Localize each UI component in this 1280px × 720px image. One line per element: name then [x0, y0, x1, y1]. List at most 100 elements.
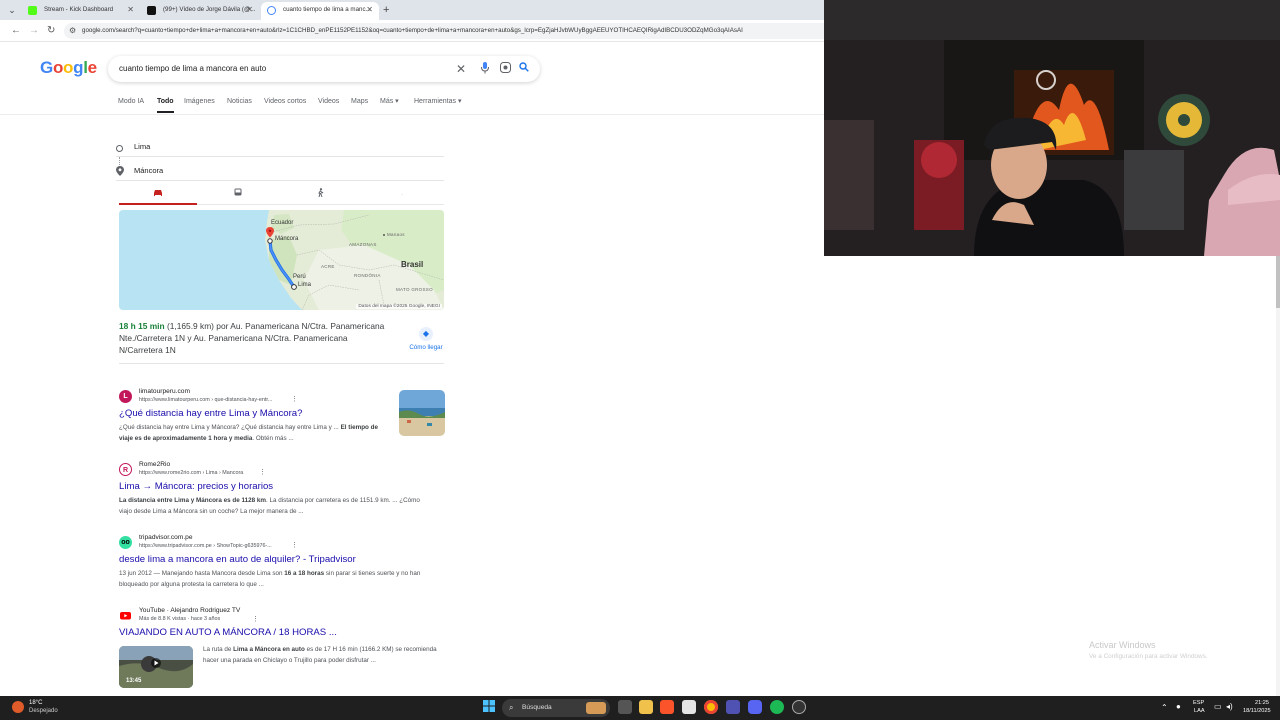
brave-browser-icon[interactable]: [660, 700, 674, 714]
logo-letter: o: [63, 58, 74, 77]
more-options-icon[interactable]: ⋮: [291, 541, 298, 549]
file-explorer-icon[interactable]: [639, 700, 653, 714]
tab-imagenes[interactable]: Imágenes: [184, 96, 215, 108]
logo-letter: G: [40, 58, 53, 77]
lens-search-icon[interactable]: [498, 62, 512, 76]
result-site[interactable]: tripadvisor.com.pe: [139, 534, 193, 541]
walk-mode-tab[interactable]: [281, 185, 359, 205]
url-field[interactable]: ⚙ google.com/search?q=cuanto+tiempo+de+l…: [64, 23, 824, 39]
site-info-icon[interactable]: ⚙: [69, 23, 76, 39]
route-map[interactable]: Ecuador Máncora AMAZONAS Manaos ACRE RON…: [119, 210, 444, 310]
chrome-icon[interactable]: [704, 700, 718, 714]
flight-mode-tab[interactable]: ·: [363, 185, 441, 205]
more-options-icon[interactable]: ⋮: [252, 615, 259, 623]
result-site[interactable]: YouTube · Alejandro Rodriguez TV: [139, 607, 240, 614]
result-title[interactable]: desde lima a mancora en auto de alquiler…: [119, 554, 356, 565]
close-tab-icon[interactable]: ✕: [246, 2, 253, 18]
result-site[interactable]: limatourperu.com: [139, 388, 190, 395]
tab-title: Stream - Kick Dashboard: [44, 6, 114, 13]
tab-modo-ia[interactable]: Modo IA: [118, 96, 144, 108]
result-title[interactable]: VIAJANDO EN AUTO A MÁNCORA / 18 HORAS ..…: [119, 627, 337, 638]
network-icon[interactable]: ▭: [1214, 702, 1222, 711]
app-icon[interactable]: [682, 700, 696, 714]
teams-icon[interactable]: [726, 700, 740, 714]
more-options-icon[interactable]: ⋮: [259, 468, 266, 476]
language-code[interactable]: ESP: [1193, 700, 1204, 706]
map-label: MATO GROSSO: [396, 287, 433, 292]
snippet-text: 13 jun 2012 — Manejando hasta Mancora de…: [119, 570, 285, 577]
url-text: google.com/search?q=cuanto+tiempo+de+lim…: [82, 27, 743, 34]
destination-field[interactable]: Máncora: [116, 165, 444, 181]
app-icon[interactable]: [792, 700, 806, 714]
back-icon[interactable]: ←: [11, 24, 21, 38]
result-site[interactable]: Rome2Rio: [139, 461, 170, 468]
result-meta: Más de 8.8 K vistas · hace 3 años: [139, 616, 221, 622]
origin-dot-icon: [116, 145, 123, 152]
tab-google-search[interactable]: cuanto tiempo de lima a manc... ✕: [261, 2, 379, 20]
mic-icon[interactable]: ●: [1176, 702, 1181, 711]
tab-videos[interactable]: Videos: [318, 96, 339, 108]
new-tab-button[interactable]: +: [383, 3, 389, 17]
google-logo[interactable]: Google: [40, 58, 97, 78]
clock-time[interactable]: 21:25: [1255, 700, 1269, 706]
close-tab-icon[interactable]: ✕: [366, 2, 373, 18]
directions-button[interactable]: ◆ Cómo llegar: [404, 323, 448, 351]
tab-video[interactable]: (99+) Vídeo de Jorge Dávila (@... ✕: [141, 2, 259, 20]
task-view-icon[interactable]: [618, 700, 632, 714]
close-tab-icon[interactable]: ✕: [127, 2, 134, 18]
tab-mas[interactable]: Más ▾: [380, 96, 399, 108]
page-scrollbar[interactable]: [1276, 256, 1280, 696]
tab-title: (99+) Vídeo de Jorge Dávila (@...: [163, 6, 256, 13]
origin-field[interactable]: Lima: [116, 141, 444, 157]
tab-herramientas[interactable]: Herramientas ▾: [414, 96, 461, 108]
map-label: Máncora: [275, 236, 299, 242]
result-url[interactable]: https://www.limatourperu.com › que-dista…: [139, 397, 272, 403]
reload-icon[interactable]: ↻: [47, 24, 55, 38]
spotify-icon[interactable]: [770, 700, 784, 714]
snippet-bold: Lima a Máncora en auto: [233, 646, 305, 653]
volume-icon[interactable]: ◂): [1226, 702, 1233, 711]
result-thumbnail[interactable]: [399, 390, 445, 436]
flight-icon: ·: [400, 189, 404, 199]
address-bar: ← → ↻ ⚙ google.com/search?q=cuanto+tiemp…: [0, 20, 824, 42]
voice-search-icon[interactable]: [478, 62, 492, 76]
bus-mode-tab[interactable]: [199, 185, 277, 205]
result-title[interactable]: ¿Qué distancia hay entre Lima y Máncora?: [119, 408, 302, 419]
scrollbar-thumb[interactable]: [1276, 256, 1280, 308]
walk-icon: [317, 188, 323, 198]
webcam-overlay: [824, 0, 1280, 256]
search-query[interactable]: cuanto tiempo de lima a mancora en auto: [119, 56, 266, 82]
tiktok-favicon-icon: [147, 6, 156, 15]
webcam-image: [824, 0, 1280, 256]
clear-search-icon[interactable]: ✕: [454, 62, 468, 76]
result-title[interactable]: Lima → Máncora: precios y horarios: [119, 481, 273, 492]
tab-noticias[interactable]: Noticias: [227, 96, 252, 108]
result-url[interactable]: https://www.tripadvisor.com.pe › ShowTop…: [139, 543, 272, 549]
tab-kick-dashboard[interactable]: Stream - Kick Dashboard ✕: [22, 2, 140, 20]
tab-todo[interactable]: Todo: [157, 96, 174, 113]
bus-icon: [234, 188, 242, 196]
video-thumbnail[interactable]: 13:45: [119, 646, 193, 688]
start-icon[interactable]: [482, 700, 496, 714]
destination-pin-icon: [116, 166, 124, 176]
tab-search-icon[interactable]: ⌄: [6, 4, 18, 16]
tray-overflow-icon[interactable]: ⌃: [1161, 703, 1168, 712]
snippet-text: . Obtén más ...: [252, 435, 294, 442]
result-url[interactable]: https://www.rome2rio.com › Lima › Mancor…: [139, 470, 243, 476]
snippet-bold: 16 a 18 horas: [284, 570, 325, 577]
map-label: AMAZONAS: [349, 242, 377, 247]
car-icon: [154, 190, 162, 196]
tab-maps[interactable]: Maps: [351, 96, 368, 108]
windows-taskbar: 18°C Despejado ⌕ Búsqueda ⌃ ● ESP LAA ▭ …: [0, 696, 1280, 720]
car-mode-tab[interactable]: [119, 185, 197, 205]
search-box[interactable]: cuanto tiempo de lima a mancora en auto …: [108, 56, 540, 82]
taskbar-search[interactable]: ⌕ Búsqueda: [502, 699, 610, 717]
clock-date[interactable]: 18/11/2025: [1243, 708, 1271, 714]
discord-icon[interactable]: [748, 700, 762, 714]
more-options-icon[interactable]: ⋮: [291, 395, 298, 403]
tab-videos-cortos[interactable]: Videos cortos: [264, 96, 306, 108]
forward-icon[interactable]: →: [29, 24, 39, 38]
language-layout[interactable]: LAA: [1194, 708, 1205, 714]
map-credit: Datos del mapa ©2025 Google, INEGI: [356, 304, 442, 309]
search-icon[interactable]: [517, 62, 531, 76]
